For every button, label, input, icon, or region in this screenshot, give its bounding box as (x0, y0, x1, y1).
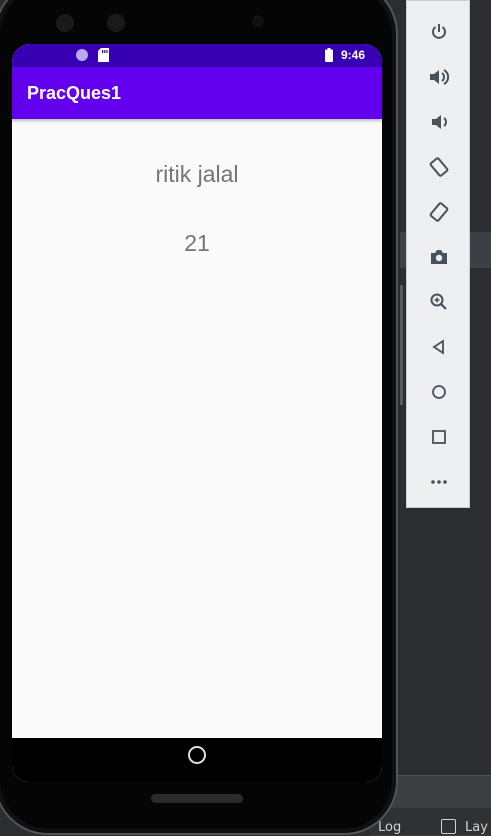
ide-layout-inspector-tab[interactable]: Lay (465, 820, 488, 835)
name-text: ritik jalal (155, 161, 239, 187)
status-bar: 9:46 (12, 44, 382, 67)
camera-icon[interactable] (421, 239, 457, 275)
power-icon[interactable] (421, 14, 457, 50)
phone-screen: 9:46 PracQues1 ritik jalal 21 (12, 44, 382, 782)
back-icon[interactable] (421, 329, 457, 365)
more-icon[interactable] (421, 464, 457, 500)
notification-dot-icon (76, 49, 88, 61)
volume-up-icon[interactable] (421, 59, 457, 95)
zoom-icon[interactable] (421, 284, 457, 320)
front-camera-icon (56, 14, 74, 32)
home-icon[interactable] (421, 374, 457, 410)
ide-logcat-tab[interactable]: Log (378, 820, 401, 835)
overview-icon[interactable] (421, 419, 457, 455)
emulator-toolbar (406, 0, 470, 508)
status-time: 9:46 (341, 48, 366, 62)
rotate-left-icon[interactable] (421, 149, 457, 185)
app-title: PracQues1 (27, 83, 122, 103)
sd-card-icon (98, 48, 109, 62)
navigation-bar (12, 738, 382, 782)
app-toolbar: PracQues1 (12, 67, 382, 119)
proximity-sensor-icon (252, 15, 264, 27)
number-text: 21 (184, 230, 210, 256)
layout-inspector-icon[interactable] (441, 819, 456, 834)
front-sensor-icon (107, 14, 125, 32)
bottom-speaker (151, 794, 243, 803)
nav-home-button[interactable] (188, 746, 206, 764)
battery-icon (325, 48, 333, 62)
ide-scrollbar[interactable] (400, 285, 403, 405)
volume-down-icon[interactable] (421, 104, 457, 140)
rotate-right-icon[interactable] (421, 194, 457, 230)
